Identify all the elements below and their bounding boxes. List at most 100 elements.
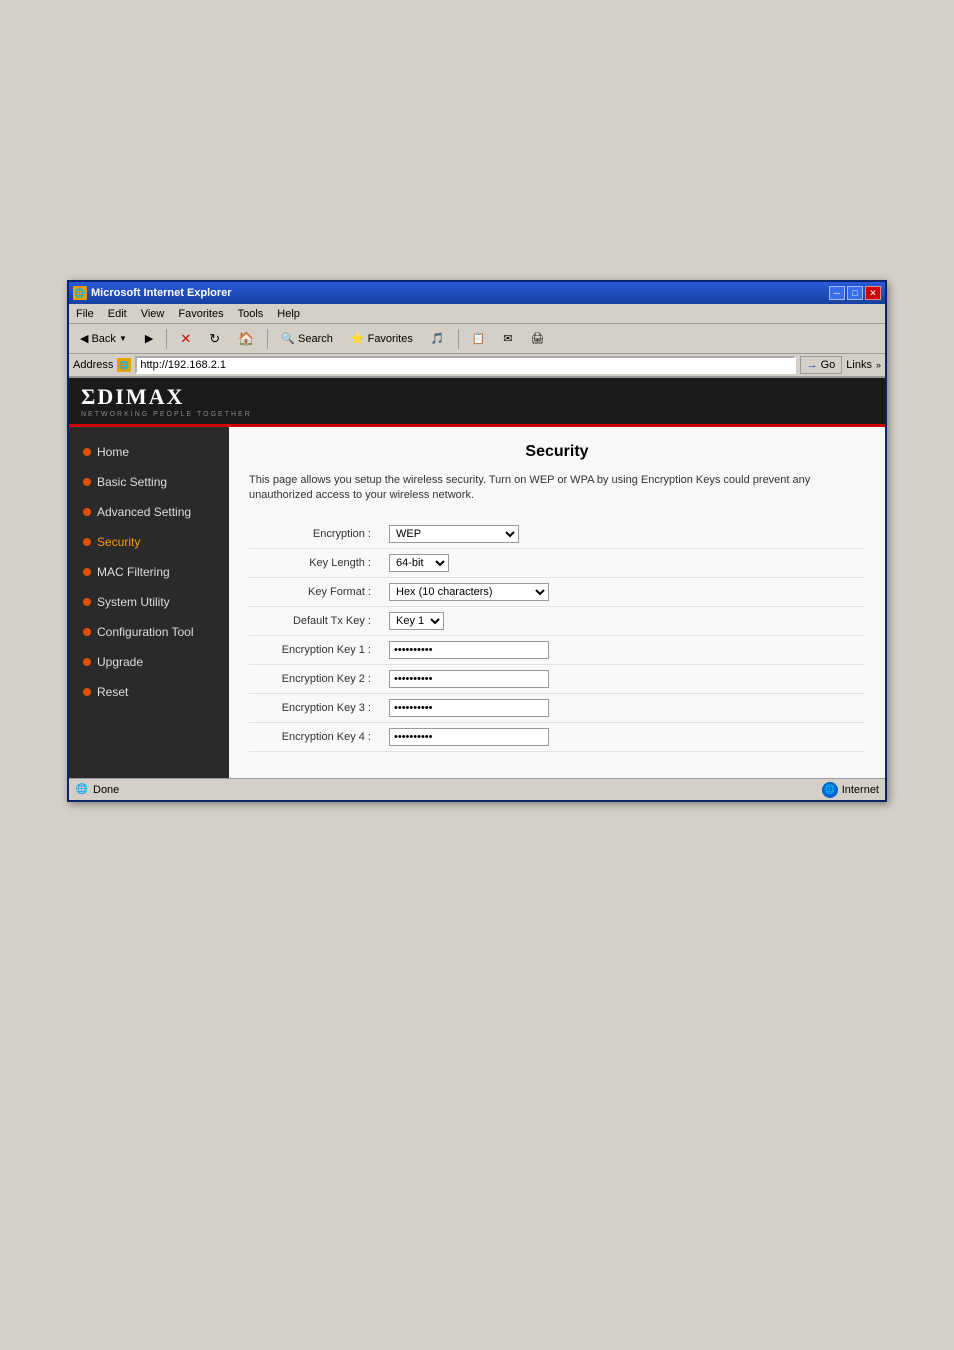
sidebar-item-system-utility[interactable]: System Utility xyxy=(69,587,229,617)
nav-bullet-configuration-tool xyxy=(83,628,91,636)
sidebar-item-reset[interactable]: Reset xyxy=(69,677,229,707)
sidebar: Home Basic Setting Advanced Setting Secu… xyxy=(69,427,229,778)
browser-icon: 🌐 xyxy=(73,286,87,300)
encryption-key-3-input[interactable] xyxy=(389,699,549,717)
field-row-encryption-key-3: Encryption Key 3 : xyxy=(249,693,865,722)
menu-help[interactable]: Help xyxy=(274,307,303,321)
maximize-button[interactable]: □ xyxy=(847,286,863,300)
sidebar-item-mac-filtering[interactable]: MAC Filtering xyxy=(69,557,229,587)
sidebar-label-reset: Reset xyxy=(97,685,128,699)
encryption-key-2-input[interactable] xyxy=(389,670,549,688)
history-button[interactable]: 📋 xyxy=(465,327,493,351)
print-icon: 🖨 xyxy=(530,332,544,345)
nav-bullet-basic-setting xyxy=(83,478,91,486)
go-arrow-icon: → xyxy=(807,359,818,371)
address-input[interactable] xyxy=(135,356,795,374)
toolbar-separator-2 xyxy=(267,329,268,349)
stop-icon: ✕ xyxy=(180,331,191,347)
ie-browser-window: 🌐 Microsoft Internet Explorer ─ □ ✕ File… xyxy=(67,280,887,802)
settings-table: Encryption : WEP WPA Disabled Key Length… xyxy=(249,520,865,752)
label-encryption-key-2: Encryption Key 2 : xyxy=(249,664,379,693)
key-length-select[interactable]: 64-bit 128-bit xyxy=(389,554,449,572)
edimax-logo: ΣDIMAX xyxy=(81,384,252,410)
favorites-button[interactable]: ⭐ Favorites xyxy=(344,327,420,351)
status-left: 🌐 Done xyxy=(75,783,119,797)
sidebar-item-advanced-setting[interactable]: Advanced Setting xyxy=(69,497,229,527)
stop-button[interactable]: ✕ xyxy=(173,327,198,351)
sidebar-label-advanced-setting: Advanced Setting xyxy=(97,505,191,519)
forward-button[interactable]: ▶ xyxy=(138,327,160,351)
encryption-select[interactable]: WEP WPA Disabled xyxy=(389,525,519,543)
dropdown-arrow-icon: ▼ xyxy=(119,334,127,343)
encryption-key-4-input[interactable] xyxy=(389,728,549,746)
status-right: 🌐 Internet xyxy=(822,782,879,798)
print-button[interactable]: 🖨 xyxy=(523,327,551,351)
address-label: Address xyxy=(73,359,113,371)
toolbar-separator-3 xyxy=(458,329,459,349)
toolbar-separator-1 xyxy=(166,329,167,349)
title-bar-left: 🌐 Microsoft Internet Explorer xyxy=(73,286,232,300)
mail-icon: ✉ xyxy=(503,332,512,345)
refresh-button[interactable]: ↻ xyxy=(202,327,227,351)
menu-edit[interactable]: Edit xyxy=(105,307,130,321)
value-key-length: 64-bit 128-bit xyxy=(379,548,865,577)
history-icon: 📋 xyxy=(472,332,486,345)
edimax-header: ΣDIMAX NETWORKING PEOPLE TOGETHER xyxy=(69,378,885,427)
mail-button[interactable]: ✉ xyxy=(496,327,519,351)
toolbar: ◀ Back ▼ ▶ ✕ ↻ 🏠 🔍 Search ⭐ Favorites 🎵 xyxy=(69,324,885,354)
sidebar-item-upgrade[interactable]: Upgrade xyxy=(69,647,229,677)
menu-tools[interactable]: Tools xyxy=(235,307,267,321)
edimax-subtitle: NETWORKING PEOPLE TOGETHER xyxy=(81,411,252,418)
nav-bullet-upgrade xyxy=(83,658,91,666)
default-tx-key-select[interactable]: Key 1 Key 2 Key 3 Key 4 xyxy=(389,612,444,630)
refresh-icon: ↻ xyxy=(209,331,220,347)
key-format-select[interactable]: Hex (10 characters) ASCII (5 characters) xyxy=(389,583,549,601)
value-encryption-key-4 xyxy=(379,722,865,751)
field-row-key-length: Key Length : 64-bit 128-bit xyxy=(249,548,865,577)
back-button[interactable]: ◀ Back ▼ xyxy=(73,327,134,351)
home-button[interactable]: 🏠 xyxy=(231,327,261,351)
menu-favorites[interactable]: Favorites xyxy=(175,307,226,321)
security-section: Security This page allows you setup the … xyxy=(229,427,885,768)
back-icon: ◀ xyxy=(80,332,88,345)
label-encryption-key-3: Encryption Key 3 : xyxy=(249,693,379,722)
page-title: Security xyxy=(249,443,865,461)
minimize-button[interactable]: ─ xyxy=(829,286,845,300)
field-row-key-format: Key Format : Hex (10 characters) ASCII (… xyxy=(249,577,865,606)
address-bar: Address 🌐 → Go Links » xyxy=(69,354,885,378)
search-button[interactable]: 🔍 Search xyxy=(274,327,340,351)
value-encryption: WEP WPA Disabled xyxy=(379,520,865,549)
value-encryption-key-1 xyxy=(379,635,865,664)
status-bar: 🌐 Done 🌐 Internet xyxy=(69,778,885,800)
menu-file[interactable]: File xyxy=(73,307,97,321)
field-row-encryption: Encryption : WEP WPA Disabled xyxy=(249,520,865,549)
window-controls: ─ □ ✕ xyxy=(829,286,881,300)
sidebar-item-configuration-tool[interactable]: Configuration Tool xyxy=(69,617,229,647)
title-bar: 🌐 Microsoft Internet Explorer ─ □ ✕ xyxy=(69,282,885,304)
sidebar-label-configuration-tool: Configuration Tool xyxy=(97,625,194,639)
sidebar-label-upgrade: Upgrade xyxy=(97,655,143,669)
nav-bullet-security xyxy=(83,538,91,546)
media-button[interactable]: 🎵 xyxy=(424,327,452,351)
nav-bullet-system-utility xyxy=(83,598,91,606)
close-button[interactable]: ✕ xyxy=(865,286,881,300)
internet-label: Internet xyxy=(842,784,879,796)
sidebar-label-mac-filtering: MAC Filtering xyxy=(97,565,170,579)
label-encryption-key-1: Encryption Key 1 : xyxy=(249,635,379,664)
nav-bullet-advanced-setting xyxy=(83,508,91,516)
forward-icon: ▶ xyxy=(145,332,153,345)
page-icon: 🌐 xyxy=(75,783,89,797)
sidebar-label-system-utility: System Utility xyxy=(97,595,170,609)
browser-content: ΣDIMAX NETWORKING PEOPLE TOGETHER Home B… xyxy=(69,378,885,778)
label-default-tx-key: Default Tx Key : xyxy=(249,606,379,635)
sidebar-item-home[interactable]: Home xyxy=(69,437,229,467)
links-label: Links xyxy=(846,359,872,371)
nav-bullet-mac-filtering xyxy=(83,568,91,576)
sidebar-item-basic-setting[interactable]: Basic Setting xyxy=(69,467,229,497)
field-row-encryption-key-4: Encryption Key 4 : xyxy=(249,722,865,751)
menu-view[interactable]: View xyxy=(138,307,168,321)
field-row-encryption-key-1: Encryption Key 1 : xyxy=(249,635,865,664)
sidebar-item-security[interactable]: Security xyxy=(69,527,229,557)
encryption-key-1-input[interactable] xyxy=(389,641,549,659)
go-button[interactable]: → Go xyxy=(800,356,843,374)
